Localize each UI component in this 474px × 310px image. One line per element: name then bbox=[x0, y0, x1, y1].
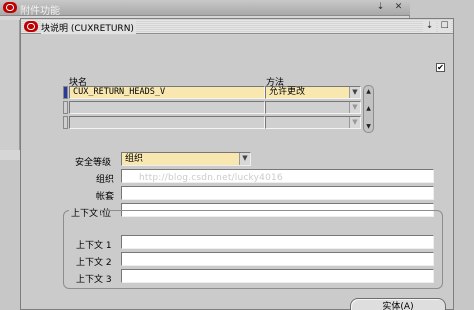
ledger-field[interactable] bbox=[121, 186, 434, 200]
method-select[interactable]: ▼ bbox=[265, 101, 361, 114]
table-scrollbar[interactable]: ▲ ▲ ▼ bbox=[363, 85, 374, 133]
context-2-label: 上下文 2 bbox=[76, 258, 112, 268]
entity-button[interactable]: 实体(A) bbox=[350, 298, 446, 310]
scroll-up-icon[interactable]: ▲ bbox=[364, 87, 373, 96]
block-name-cell[interactable]: CUX_RETURN_HEADS_V bbox=[69, 86, 265, 99]
block-description-dialog: 块说明 (CUXRETURN) ⇣ ☐ ✔ 块名 方法 CUX_RETURN_H… bbox=[20, 18, 454, 310]
context-3-field[interactable] bbox=[121, 269, 434, 283]
watermark-text: http://blog.csdn.net/lucky4016 bbox=[139, 173, 283, 183]
context-1-field[interactable] bbox=[121, 235, 434, 249]
row-selector[interactable] bbox=[63, 101, 68, 114]
minimize-icon[interactable]: ⇣ bbox=[423, 20, 436, 33]
background-window-title: 附件功能 bbox=[20, 6, 60, 17]
security-level-value: 组织 bbox=[125, 154, 144, 164]
method-value: 允许更改 bbox=[269, 87, 306, 97]
row-selector[interactable] bbox=[63, 116, 68, 129]
background-window-panel bbox=[0, 20, 20, 150]
background-window-titlebar[interactable]: 附件功能 ⇣ ✕ bbox=[0, 0, 410, 17]
block-name-cell[interactable] bbox=[69, 101, 265, 114]
scroll-thumb-icon[interactable]: ▲ bbox=[364, 104, 373, 113]
ledger-label: 帐套 bbox=[96, 192, 115, 202]
context-2-field[interactable] bbox=[121, 252, 434, 266]
chevron-down-icon[interactable]: ▼ bbox=[349, 102, 360, 113]
security-level-select[interactable]: 组织 ▼ bbox=[121, 152, 251, 166]
dialog-body: ✔ 块名 方法 CUX_RETURN_HEADS_V 允许更改 ▼ ▼ ▼ ▲ … bbox=[21, 35, 453, 310]
context-group-label: 上下文 bbox=[69, 206, 101, 219]
context-1-label: 上下文 1 bbox=[76, 241, 112, 251]
maximize-icon[interactable]: ☐ bbox=[438, 20, 451, 33]
block-name-value: CUX_RETURN_HEADS_V bbox=[73, 87, 166, 97]
method-select[interactable]: 允许更改 ▼ bbox=[265, 86, 361, 99]
block-name-cell[interactable] bbox=[69, 116, 265, 129]
enabled-checkbox[interactable]: ✔ bbox=[436, 63, 445, 72]
method-select[interactable]: ▼ bbox=[265, 116, 361, 129]
oracle-icon bbox=[24, 21, 38, 32]
dialog-title: 块说明 (CUXRETURN) bbox=[41, 21, 136, 34]
chevron-down-icon[interactable]: ▼ bbox=[239, 153, 250, 165]
dialog-titlebar[interactable]: 块说明 (CUXRETURN) ⇣ ☐ bbox=[21, 19, 453, 34]
minimize-icon[interactable]: ⇣ bbox=[374, 1, 387, 14]
close-icon[interactable]: ✕ bbox=[392, 1, 405, 14]
security-level-label: 安全等级 bbox=[75, 158, 112, 168]
chevron-down-icon[interactable]: ▼ bbox=[349, 117, 360, 128]
scroll-down-icon[interactable]: ▼ bbox=[364, 122, 373, 131]
oracle-icon bbox=[3, 2, 17, 13]
context-3-label: 上下文 3 bbox=[76, 275, 112, 285]
org-label: 组织 bbox=[96, 175, 115, 185]
row-selector-current[interactable] bbox=[63, 86, 68, 99]
chevron-down-icon[interactable]: ▼ bbox=[349, 87, 360, 98]
